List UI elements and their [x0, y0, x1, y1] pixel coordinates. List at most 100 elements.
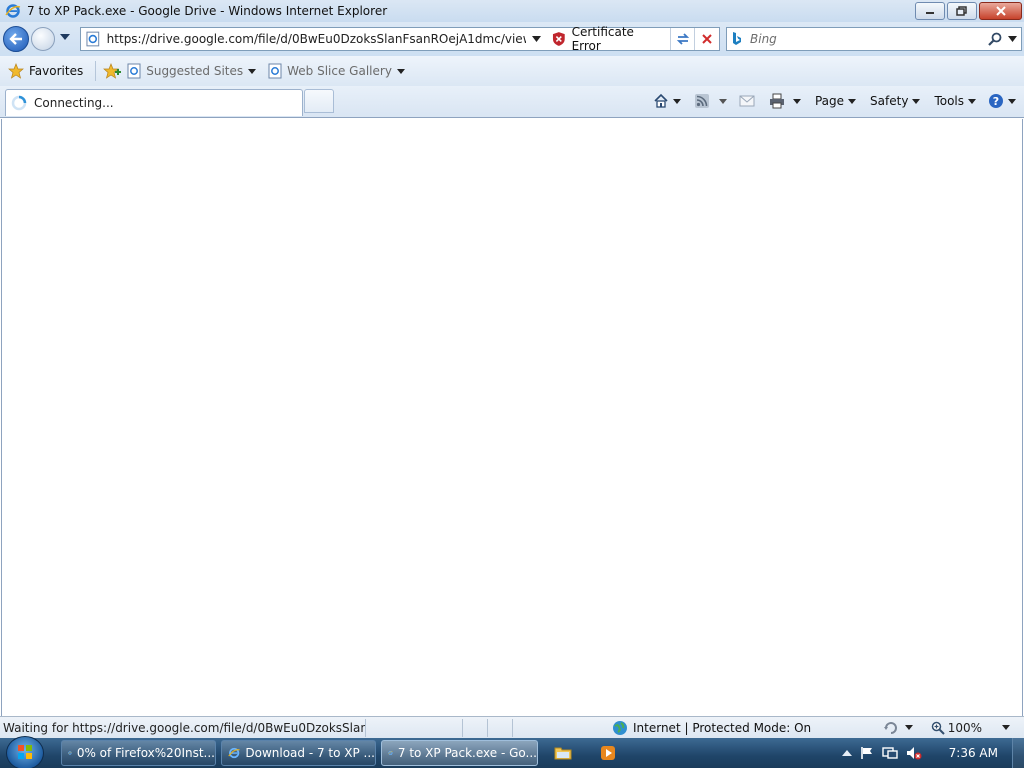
- printer-icon: [769, 93, 784, 109]
- restore-button[interactable]: [947, 2, 977, 20]
- chevron-down-icon[interactable]: [1002, 725, 1010, 730]
- read-mail-button[interactable]: [739, 95, 755, 107]
- security-zone[interactable]: Internet | Protected Mode: On: [612, 720, 811, 736]
- taskbar-item-firefox-download[interactable]: 0% of Firefox%20Inst...: [61, 740, 216, 766]
- back-arrow-icon: [9, 33, 22, 45]
- show-desktop-button[interactable]: [1012, 738, 1024, 768]
- favorites-label: Favorites: [29, 64, 84, 78]
- page-icon: [268, 63, 282, 79]
- explorer-button[interactable]: [545, 742, 581, 764]
- chevron-down-icon: [396, 68, 405, 74]
- svg-text:?: ?: [993, 95, 999, 108]
- ie-logo-icon: [68, 751, 72, 755]
- print-button[interactable]: [769, 93, 801, 109]
- home-button[interactable]: [653, 93, 681, 109]
- search-icon[interactable]: [988, 32, 1002, 46]
- address-dropdown-icon[interactable]: [532, 36, 541, 42]
- status-bar: Waiting for https://drive.google.com/fil…: [0, 716, 1024, 738]
- help-icon: ?: [989, 94, 1003, 108]
- chevron-down-icon: [1008, 98, 1016, 104]
- add-to-favorites-bar-icon[interactable]: [103, 63, 122, 79]
- action-center-flag-icon[interactable]: [860, 746, 874, 760]
- taskbar: 0% of Firefox%20Inst... Download - 7 to …: [0, 736, 1024, 768]
- start-button[interactable]: [6, 736, 44, 768]
- tools-menu-label: Tools: [934, 94, 964, 108]
- page-menu-label: Page: [814, 94, 845, 108]
- bing-icon: [733, 32, 741, 45]
- search-options-dropdown-icon[interactable]: [1008, 36, 1017, 42]
- separator: [95, 61, 97, 81]
- certificate-error-button[interactable]: Certificate Error: [549, 25, 670, 53]
- zoom-level-button[interactable]: 100%: [931, 721, 982, 735]
- status-text: Waiting for https://drive.google.com/fil…: [3, 720, 365, 735]
- close-button[interactable]: [979, 2, 1022, 20]
- certificate-error-label: Certificate Error: [571, 25, 634, 53]
- feeds-button[interactable]: [694, 94, 727, 108]
- taskbar-item-current[interactable]: 7 to XP Pack.exe - Go...: [381, 740, 538, 766]
- windows-logo-icon: [18, 745, 32, 759]
- safety-menu-label: Safety: [870, 94, 909, 108]
- restore-icon: [956, 6, 967, 16]
- page-content[interactable]: [1, 119, 1023, 716]
- network-icon[interactable]: [882, 746, 898, 760]
- refresh-icon: [676, 33, 689, 45]
- tab-current[interactable]: Connecting...: [5, 89, 303, 116]
- stop-button[interactable]: [695, 28, 719, 50]
- page-icon: [127, 63, 141, 79]
- notification-area: [842, 738, 930, 768]
- chevron-down-icon[interactable]: [672, 98, 681, 104]
- url-field[interactable]: https://drive.google.com/file/d/0BwEu0Dz…: [107, 32, 526, 46]
- minimize-icon: [926, 12, 934, 14]
- chevron-down-icon[interactable]: [904, 725, 913, 730]
- volume-muted-icon[interactable]: [906, 746, 922, 760]
- page-menu-button[interactable]: Page: [814, 94, 857, 108]
- task-label: 7 to XP Pack.exe - Go...: [397, 746, 537, 760]
- web-slice-gallery-button[interactable]: Web Slice Gallery: [268, 63, 405, 79]
- ie-logo-icon: [388, 750, 393, 756]
- zone-label: Internet | Protected Mode: On: [633, 720, 812, 735]
- new-tab-button[interactable]: [304, 89, 334, 113]
- tools-menu-button[interactable]: Tools: [934, 94, 976, 108]
- chevron-down-icon: [848, 98, 857, 104]
- zoom-magnifier-icon: [931, 721, 945, 735]
- help-button[interactable]: ?: [988, 93, 1016, 109]
- suggested-sites-label: Suggested Sites: [146, 64, 244, 78]
- separator: [365, 718, 366, 737]
- loading-spinner-icon: [11, 95, 27, 111]
- address-bar[interactable]: https://drive.google.com/file/d/0BwEu0Dz…: [80, 25, 720, 53]
- taskbar-item-download[interactable]: Download - 7 to XP ...: [221, 740, 376, 766]
- suggested-sites-button[interactable]: Suggested Sites: [127, 63, 257, 79]
- clock[interactable]: 7:36 AM: [949, 746, 998, 760]
- chevron-down-icon: [968, 98, 976, 104]
- forward-button[interactable]: [31, 27, 55, 51]
- page-icon: [86, 31, 100, 47]
- chevron-down-icon[interactable]: [718, 98, 727, 104]
- show-hidden-icons-chevron-up-icon[interactable]: [842, 749, 852, 757]
- chevron-down-icon[interactable]: [792, 98, 801, 104]
- protected-mode-icon[interactable]: [883, 720, 899, 736]
- zoom-label: 100%: [947, 720, 982, 735]
- search-input[interactable]: Bing: [750, 32, 988, 46]
- close-icon: [995, 6, 1006, 16]
- search-box[interactable]: Bing: [726, 27, 1022, 51]
- stop-icon: [702, 34, 712, 44]
- media-player-button[interactable]: [590, 742, 626, 764]
- web-slice-gallery-label: Web Slice Gallery: [287, 64, 392, 78]
- certificate-error-shield-icon: [552, 32, 565, 46]
- chevron-down-icon: [912, 98, 921, 104]
- internet-globe-icon: [613, 720, 627, 735]
- tab-label: Connecting...: [34, 96, 114, 110]
- minimize-button[interactable]: [915, 2, 945, 20]
- safety-menu-button[interactable]: Safety: [870, 94, 921, 108]
- separator: [512, 718, 513, 737]
- favorites-button[interactable]: Favorites: [8, 63, 83, 79]
- back-button[interactable]: [3, 26, 29, 52]
- chevron-down-icon: [248, 68, 257, 74]
- refresh-button[interactable]: [671, 28, 695, 50]
- ie-logo-icon: [5, 4, 21, 18]
- recent-pages-dropdown-icon[interactable]: [60, 34, 70, 40]
- media-player-icon: [601, 746, 615, 760]
- task-label: Download - 7 to XP ...: [245, 746, 375, 760]
- title-bar: 7 to XP Pack.exe - Google Drive - Window…: [0, 0, 1024, 22]
- window-title: 7 to XP Pack.exe - Google Drive - Window…: [27, 4, 388, 18]
